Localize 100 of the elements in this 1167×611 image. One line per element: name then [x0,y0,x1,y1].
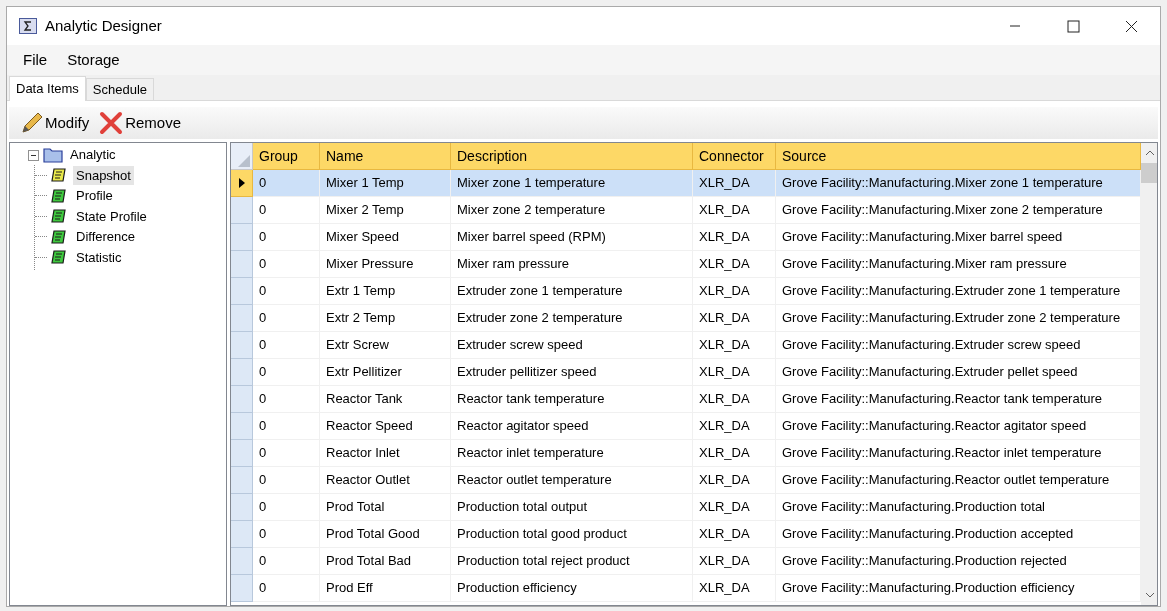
maximize-icon [1066,19,1080,33]
table-cell: Grove Facility::Manufacturing.Production total [776,494,1141,521]
tree-item[interactable]: Snapshot [73,165,134,185]
table-cell: Grove Facility::Manufacturing.Reactor agitator speed [776,413,1141,440]
menu-item[interactable]: File [13,48,58,72]
table-row[interactable]: 0 Extr 1 Temp Extruder zone 1 temperature XLR_DA Grove Facility::Manufacturing.Extruder zone 1 temperature [231,278,1141,305]
table-cell: 0 [253,494,320,521]
table-cell: Grove Facility::Manufacturing.Extruder zone 1 temperature [776,278,1141,305]
collapse-toggle[interactable] [28,149,39,161]
table-row[interactable]: 0 Mixer Speed Mixer barrel speed (RPM) XLR_DA Grove Facility::Manufacturing.Mixer barrel speed [231,224,1141,251]
table-row[interactable]: 0 Prod Total Good Production total good product XLR_DA Grove Facility::Manufacturing.Production accepted [231,521,1141,548]
table-cell: Reactor agitator speed [451,413,693,440]
table-cell: Extr 1 Temp [320,278,451,305]
table-row[interactable]: 0 Mixer 2 Temp Mixer zone 2 temperature XLR_DA Grove Facility::Manufacturing.Mixer zone 2 temperature [231,197,1141,224]
table-row[interactable]: 0 Prod Total Production total output XLR_DA Grove Facility::Manufacturing.Production total [231,494,1141,521]
table-row[interactable]: 0 Reactor Outlet Reactor outlet temperature XLR_DA Grove Facility::Manufacturing.Reactor outlet temperature [231,467,1141,494]
table-cell: Reactor outlet temperature [451,467,693,494]
table-cell: XLR_DA [693,359,776,386]
table-row[interactable]: 0 Reactor Speed Reactor agitator speed XLR_DA Grove Facility::Manufacturing.Reactor agitator speed [231,413,1141,440]
table-cell: Grove Facility::Manufacturing.Mixer ram pressure [776,251,1141,278]
column-header[interactable]: Description [451,143,693,170]
pencil-icon [19,112,43,134]
tree-item[interactable]: Statistic [73,247,125,267]
table-cell: Grove Facility::Manufacturing.Reactor outlet temperature [776,467,1141,494]
table-cell: Grove Facility::Manufacturing.Reactor inlet temperature [776,440,1141,467]
table-row[interactable]: 0 Prod Total Bad Production total reject product XLR_DA Grove Facility::Manufacturing.Production rejected [231,548,1141,575]
table-cell: XLR_DA [693,224,776,251]
tree-item[interactable]: Analytic [67,145,119,165]
tab[interactable]: Data Items [9,76,86,101]
table-cell: Mixer zone 2 temperature [451,197,693,224]
table-row[interactable]: 0 Extr Screw Extruder screw speed XLR_DA Grove Facility::Manufacturing.Extruder screw speed [231,332,1141,359]
scroll-icon [51,209,67,224]
table-cell: 0 [253,359,320,386]
table-cell: Grove Facility::Manufacturing.Mixer zone 1 temperature [776,170,1141,197]
table-cell: 0 [253,521,320,548]
toolbar-button[interactable]: Modify [17,111,92,135]
table-cell: XLR_DA [693,170,776,197]
table-cell: Extruder zone 2 temperature [451,305,693,332]
table-cell: 0 [253,467,320,494]
vertical-scrollbar[interactable] [1141,143,1157,605]
table-cell: XLR_DA [693,440,776,467]
folder-icon [43,147,63,163]
close-icon [1124,19,1138,33]
table-cell: 0 [253,278,320,305]
table-cell: Mixer 2 Temp [320,197,451,224]
table-cell: Grove Facility::Manufacturing.Production accepted [776,521,1141,548]
table-cell: Mixer barrel speed (RPM) [451,224,693,251]
table-cell: XLR_DA [693,251,776,278]
table-cell: Prod Total [320,494,451,521]
table-cell: XLR_DA [693,413,776,440]
table-row[interactable]: 0 Prod Eff Production efficiency XLR_DA Grove Facility::Manufacturing.Production efficiency [231,575,1141,602]
column-header[interactable]: Connector [693,143,776,170]
table-cell: XLR_DA [693,494,776,521]
table-row[interactable]: 0 Reactor Inlet Reactor inlet temperature XLR_DA Grove Facility::Manufacturing.Reactor inlet temperature [231,440,1141,467]
column-header[interactable]: Group [253,143,320,170]
table-cell: Reactor tank temperature [451,386,693,413]
table-cell: XLR_DA [693,386,776,413]
current-row-icon [238,178,245,188]
scroll-icon [51,188,67,203]
tab[interactable]: Schedule [85,78,155,100]
tree-item[interactable]: Difference [73,227,138,247]
window-title: Analytic Designer [45,15,162,36]
table-cell: Extruder screw speed [451,332,693,359]
table-cell: XLR_DA [693,521,776,548]
table-cell: 0 [253,386,320,413]
table-row[interactable]: 0 Extr 2 Temp Extruder zone 2 temperature XLR_DA Grove Facility::Manufacturing.Extruder zone 2 temperature [231,305,1141,332]
table-cell: Grove Facility::Manufacturing.Extruder zone 2 temperature [776,305,1141,332]
table-cell: Mixer Pressure [320,251,451,278]
table-cell: Prod Eff [320,575,451,602]
toolbar-button[interactable]: Remove [97,111,184,135]
table-cell: Extr 2 Temp [320,305,451,332]
table-cell: XLR_DA [693,305,776,332]
table-cell: 0 [253,440,320,467]
row-header[interactable] [231,170,253,197]
tree-item[interactable]: Profile [73,186,116,206]
column-header[interactable]: Name [320,143,451,170]
scrollbar-thumb[interactable] [1141,163,1157,183]
table-cell: XLR_DA [693,467,776,494]
table-row[interactable]: 0 Reactor Tank Reactor tank temperature XLR_DA Grove Facility::Manufacturing.Reactor tank temperature [231,386,1141,413]
table-cell: 0 [253,305,320,332]
table-cell: Mixer ram pressure [451,251,693,278]
table-cell: 0 [253,224,320,251]
column-header[interactable]: Source [776,143,1141,170]
table-cell: 0 [253,170,320,197]
table-cell: Production total good product [451,521,693,548]
table-cell: XLR_DA [693,575,776,602]
table-cell: Extr Pellitizer [320,359,451,386]
table-row[interactable]: 0 Extr Pellitizer Extruder pellitizer speed XLR_DA Grove Facility::Manufacturing.Extruder pellet speed [231,359,1141,386]
table-cell: 0 [253,332,320,359]
table-row[interactable]: 0 Mixer 1 Temp Mixer zone 1 temperature XLR_DA Grove Facility::Manufacturing.Mixer zone 1 temperature [231,170,1141,197]
table-cell: Grove Facility::Manufacturing.Mixer barrel speed [776,224,1141,251]
table-cell: Reactor inlet temperature [451,440,693,467]
table-cell: XLR_DA [693,332,776,359]
table-row[interactable]: 0 Mixer Pressure Mixer ram pressure XLR_DA Grove Facility::Manufacturing.Mixer ram pressure [231,251,1141,278]
table-cell: Grove Facility::Manufacturing.Reactor tank temperature [776,386,1141,413]
menu-item[interactable]: Storage [57,48,130,72]
tree-item[interactable]: State Profile [73,206,150,226]
table-cell: Reactor Outlet [320,467,451,494]
table-cell: Production efficiency [451,575,693,602]
scroll-icon [51,250,67,265]
